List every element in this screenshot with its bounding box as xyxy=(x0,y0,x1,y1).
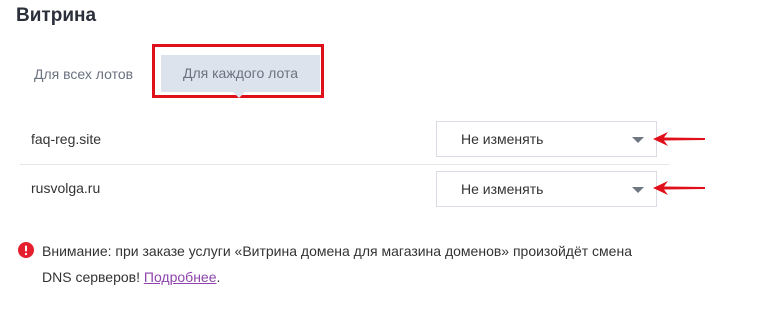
tab-each-lot[interactable]: Для каждого лота xyxy=(161,55,320,92)
showcase-select[interactable]: Не изменять xyxy=(436,121,657,157)
section-title: Витрина xyxy=(16,5,97,26)
select-value: Не изменять xyxy=(461,181,544,197)
active-tab-pointer xyxy=(233,92,245,98)
annotation-arrow-icon xyxy=(653,132,705,146)
chevron-down-icon xyxy=(632,187,644,193)
chevron-down-icon xyxy=(632,137,644,143)
row-divider xyxy=(20,164,670,165)
warning-text: Внимание: при заказе услуги «Витрина дом… xyxy=(42,243,632,285)
annotation-arrow-icon xyxy=(653,181,705,195)
more-info-link[interactable]: Подробнее xyxy=(144,269,217,285)
showcase-select[interactable]: Не изменять xyxy=(436,171,657,207)
row-domain-label: faq-reg.site xyxy=(31,131,102,147)
warning-suffix: . xyxy=(216,269,221,285)
exclamation-circle-icon xyxy=(18,242,34,258)
row-domain-label: rusvolga.ru xyxy=(31,180,101,196)
tab-all-lots[interactable]: Для всех лотов xyxy=(34,66,133,82)
warning-message: Внимание: при заказе услуги «Витрина дом… xyxy=(42,238,662,290)
select-value: Не изменять xyxy=(461,131,544,147)
